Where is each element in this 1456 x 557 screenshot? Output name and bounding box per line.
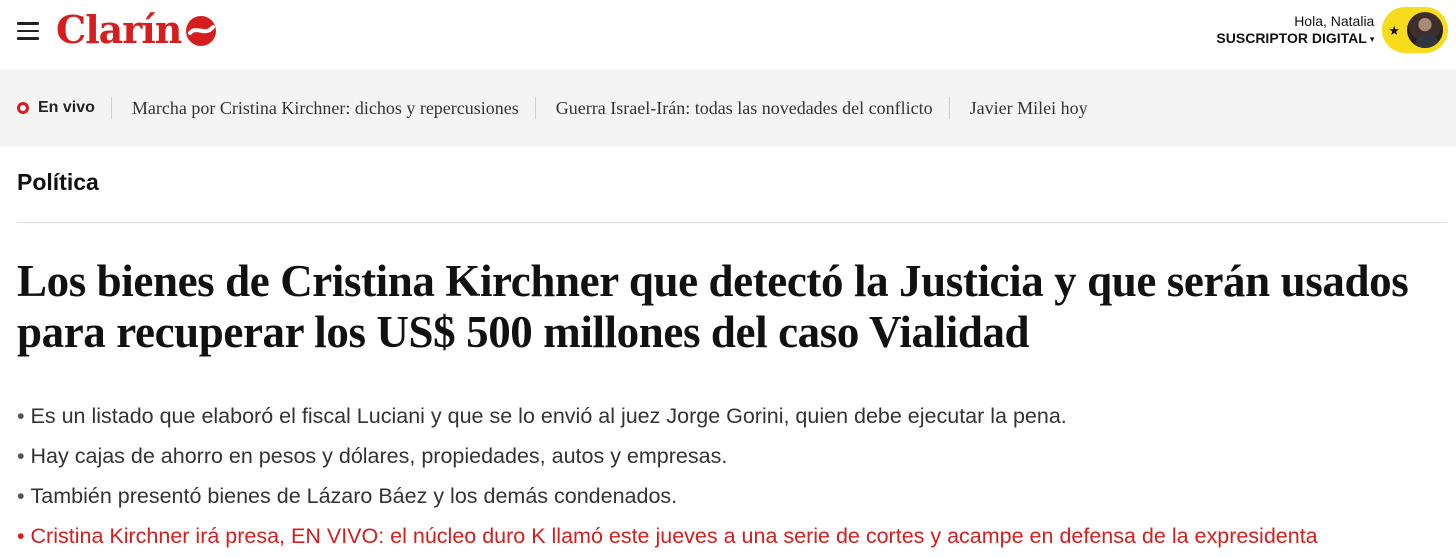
live-indicator-icon xyxy=(17,102,29,114)
site-header: Clarín Hola, Natalia SUSCRIPTOR DIGITAL ▾… xyxy=(0,0,1456,70)
site-logo[interactable]: Clarín xyxy=(56,11,219,49)
logo-wordmark: Clarín xyxy=(56,7,182,52)
live-label: En vivo xyxy=(38,99,95,116)
star-icon: ★ xyxy=(1388,22,1400,38)
summary-text: Hay cajas de ahorro en pesos y dólares, … xyxy=(30,444,728,468)
summary-text: Es un listado que elaboró el fiscal Luci… xyxy=(30,404,1067,428)
user-greeting: Hola, Natalia xyxy=(1294,12,1375,29)
summary-text: También presentó bienes de Lázaro Báez y… xyxy=(30,484,678,508)
user-menu: Hola, Natalia SUSCRIPTOR DIGITAL ▾ ★ xyxy=(1216,7,1448,53)
article-headline: Los bienes de Cristina Kirchner que dete… xyxy=(17,256,1409,357)
bullet-icon: • xyxy=(17,484,25,508)
trending-link[interactable]: Guerra Israel-Irán: todas las novedades … xyxy=(556,98,933,119)
divider xyxy=(534,97,536,119)
chevron-down-icon: ▾ xyxy=(1369,33,1375,44)
bullet-icon: • xyxy=(17,444,25,468)
summary-item: • También presentó bienes de Lázaro Báez … xyxy=(17,476,1318,516)
avatar xyxy=(1405,10,1445,50)
logo-mark-icon xyxy=(186,16,217,46)
user-info: Hola, Natalia SUSCRIPTOR DIGITAL ▾ xyxy=(1216,13,1374,48)
summary-item: • Hay cajas de ahorro en pesos y dólares,… xyxy=(17,436,1318,476)
trending-bar: En vivo Marcha por Cristina Kirchner: di… xyxy=(0,70,1456,146)
divider xyxy=(110,97,112,119)
article-summary-list: • Es un listado que elaboró el fiscal Luc… xyxy=(17,396,1318,556)
summary-item: • Es un listado que elaboró el fiscal Luc… xyxy=(17,396,1318,436)
section-divider xyxy=(17,222,1447,223)
section-label[interactable]: Política xyxy=(17,169,99,196)
live-link[interactable]: En vivo xyxy=(17,99,95,117)
bullet-icon: • xyxy=(17,524,25,548)
related-live-text: Cristina Kirchner irá presa, EN VIVO: el… xyxy=(30,524,1318,548)
divider xyxy=(948,97,950,119)
related-live-link[interactable]: • Cristina Kirchner irá presa, EN VIVO: e… xyxy=(17,516,1318,556)
bullet-icon: • xyxy=(17,404,25,428)
menu-icon[interactable] xyxy=(17,22,39,40)
trending-link[interactable]: Javier Milei hoy xyxy=(970,98,1088,119)
subscription-dropdown[interactable]: SUSCRIPTOR DIGITAL ▾ xyxy=(1216,30,1374,48)
subscription-label: SUSCRIPTOR DIGITAL xyxy=(1216,30,1367,46)
trending-link[interactable]: Marcha por Cristina Kirchner: dichos y r… xyxy=(132,98,519,119)
profile-button[interactable]: ★ xyxy=(1382,7,1448,53)
